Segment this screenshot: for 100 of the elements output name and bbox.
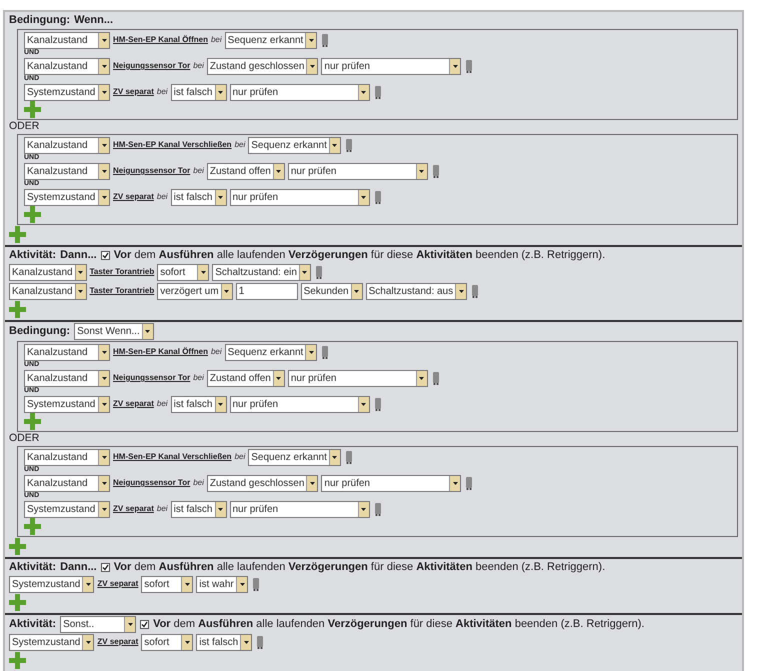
bei-label: bei (193, 165, 204, 177)
select-field[interactable]: sofort (141, 634, 194, 650)
select-field[interactable]: Kanalzustand (24, 344, 110, 360)
select-field[interactable]: Kanalzustand (24, 448, 110, 466)
bei-label: bei (156, 86, 168, 98)
select-field[interactable]: Zustand offen (206, 370, 285, 386)
device-link[interactable]: Neigungssensor Tor (113, 60, 190, 72)
select-field[interactable]: nur prüfen (230, 396, 370, 412)
device-link[interactable]: ZV separat (113, 398, 154, 410)
select-field[interactable]: Zustand offen (206, 162, 285, 180)
device-icon[interactable] (374, 398, 380, 410)
device-icon[interactable] (374, 502, 380, 516)
select-field[interactable]: Kanalzustand (24, 370, 110, 386)
select-field[interactable]: Schaltzustand: ein (212, 264, 311, 280)
section-label: Bedingung: (9, 13, 70, 28)
select-field[interactable]: Sequenz erkannt (248, 136, 341, 154)
device-link[interactable]: ZV separat (113, 191, 154, 203)
select-field[interactable]: sofort (141, 576, 194, 592)
caret-icon (78, 270, 84, 274)
select-field[interactable]: Kanalzustand (24, 162, 110, 180)
device-icon[interactable] (466, 60, 472, 72)
device-icon[interactable] (346, 450, 352, 464)
delay-input[interactable]: 1 (236, 282, 298, 300)
select-field[interactable]: Systemzustand (9, 576, 94, 592)
select-field[interactable]: Sonst Wenn... (74, 323, 154, 340)
select-field[interactable]: Schaltzustand: aus (366, 282, 468, 300)
select-field[interactable]: ist falsch (170, 396, 226, 412)
device-icon[interactable] (346, 138, 352, 152)
select-field[interactable]: Sekunden (300, 282, 363, 300)
select-field[interactable]: Zustand geschlossen (206, 474, 318, 492)
device-link[interactable]: Neigungssensor Tor (113, 165, 190, 177)
caret-icon (310, 482, 315, 484)
select-field[interactable]: nur prüfen (321, 474, 462, 492)
select-field[interactable]: ist falsch (170, 188, 226, 206)
mode-label: Dann... (60, 248, 97, 263)
select-field[interactable]: nur prüfen (230, 188, 370, 206)
select-field[interactable]: Kanalzustand (24, 58, 110, 74)
caret-icon (276, 170, 282, 172)
device-link[interactable]: Neigungssensor Tor (113, 477, 190, 489)
select-field[interactable]: Sequenz erkannt (224, 344, 318, 360)
device-icon[interactable] (316, 266, 322, 278)
select-field[interactable]: Systemzustand (24, 500, 110, 518)
select-field[interactable]: ist falsch (196, 634, 252, 650)
select-field[interactable]: nur prüfen (230, 500, 370, 518)
select-field[interactable]: ist falsch (170, 84, 226, 100)
device-icon[interactable] (472, 284, 478, 298)
caret-icon (361, 196, 366, 198)
select-field[interactable]: Sonst.. (60, 616, 136, 633)
device-icon[interactable] (432, 164, 439, 178)
device-icon[interactable] (257, 636, 264, 648)
select-field[interactable]: Kanalzustand (24, 32, 110, 48)
caret-icon (361, 90, 366, 94)
select-field[interactable]: nur prüfen (230, 84, 370, 100)
select-field[interactable]: nur prüfen (321, 58, 462, 74)
section-label: Aktivität: (9, 617, 56, 632)
select-field[interactable]: Systemzustand (24, 188, 110, 206)
select-field[interactable]: ist wahr (196, 576, 248, 592)
select-field[interactable]: Kanalzustand (9, 282, 87, 300)
stop-delays-checkbox[interactable] (140, 620, 150, 629)
device-icon[interactable] (322, 34, 328, 46)
caret-icon (310, 64, 315, 68)
select-field[interactable]: Kanalzustand (24, 136, 110, 154)
device-icon[interactable] (374, 190, 380, 204)
device-link[interactable]: Neigungssensor Tor (113, 372, 190, 384)
device-icon[interactable] (253, 578, 260, 590)
select-field[interactable]: Systemzustand (9, 634, 94, 650)
or-label: ODER (9, 432, 40, 445)
select-field[interactable]: Systemzustand (24, 84, 110, 100)
device-link[interactable]: HM-Sen-EP Kanal Verschließen (113, 139, 232, 151)
device-link[interactable]: Taster Torantrieb (90, 285, 154, 297)
device-icon[interactable] (466, 476, 472, 490)
device-link[interactable]: ZV separat (113, 86, 154, 98)
select-field[interactable]: nur prüfen (288, 370, 428, 386)
select-field[interactable]: sofort (157, 264, 210, 280)
select-field[interactable]: Systemzustand (24, 396, 110, 412)
bei-label: bei (193, 477, 204, 489)
select-field[interactable]: Zustand geschlossen (206, 58, 318, 74)
device-link[interactable]: HM-Sen-EP Kanal Öffnen (113, 34, 208, 46)
device-link[interactable]: ZV separat (97, 636, 138, 648)
select-field[interactable]: Sequenz erkannt (224, 32, 318, 48)
bei-label: bei (193, 372, 204, 384)
device-icon[interactable] (322, 346, 328, 358)
device-link[interactable]: Taster Torantrieb (90, 266, 154, 278)
select-field[interactable]: Kanalzustand (9, 264, 87, 280)
select-field[interactable]: ist falsch (170, 500, 226, 518)
select-field[interactable]: nur prüfen (288, 162, 428, 180)
caret-icon (332, 144, 338, 146)
device-link[interactable]: ZV separat (97, 578, 138, 590)
device-link[interactable]: HM-Sen-EP Kanal Öffnen (113, 346, 208, 358)
device-link[interactable]: HM-Sen-EP Kanal Verschließen (113, 451, 232, 463)
device-link[interactable]: ZV separat (113, 503, 154, 515)
stop-delays-checkbox[interactable] (100, 251, 110, 260)
stop-delays-label: Vor dem Ausführen alle laufenden Verzögerungen für diese Aktivitäten beenden (z.B. Retriggern). (114, 560, 606, 575)
device-icon[interactable] (374, 86, 380, 98)
stop-delays-checkbox[interactable] (100, 563, 110, 572)
device-icon[interactable] (432, 372, 439, 384)
bei-label: bei (210, 346, 222, 358)
select-field[interactable]: Kanalzustand (24, 474, 110, 492)
select-field[interactable]: verzögert um (157, 282, 233, 300)
select-field[interactable]: Sequenz erkannt (248, 448, 341, 466)
